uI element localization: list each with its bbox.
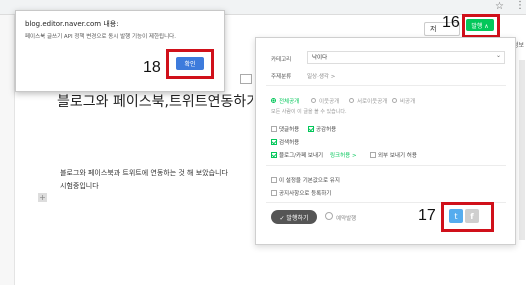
chevron-down-icon[interactable]: ⌄	[496, 52, 501, 59]
checkbox-set-default[interactable]	[271, 177, 277, 183]
checkbox-label[interactable]: 댓글허용	[279, 125, 299, 133]
save-button-label: 저	[430, 25, 437, 33]
publish-now-button[interactable]: ✓ 발행하기	[271, 210, 317, 224]
image-placeholder-icon[interactable]	[240, 74, 252, 84]
publish-button[interactable]: 발행 ∧	[466, 19, 494, 31]
post-title[interactable]: 블로그와 페이스북,트위트연동하기	[57, 91, 253, 111]
twitter-share-button[interactable]: t	[449, 209, 463, 223]
checkbox-blog-cafe-share[interactable]	[271, 152, 277, 158]
left-sidebar-strip	[0, 15, 15, 285]
checkbox-likes[interactable]	[308, 126, 314, 132]
topic-select[interactable]: 일상·생각 >	[307, 72, 335, 80]
checkbox-label[interactable]: 검색허용	[279, 138, 299, 146]
topic-label: 주제분류	[271, 74, 292, 80]
visibility-note: 모든 사람이 이 글을 볼 수 있습니다.	[271, 109, 347, 115]
radio-public[interactable]	[271, 98, 276, 103]
kebab-menu-icon[interactable]: ⋮	[515, 0, 525, 11]
divider	[266, 85, 506, 86]
facebook-share-button[interactable]: f	[465, 209, 479, 223]
scrollbar[interactable]	[519, 60, 525, 240]
checkbox-label[interactable]: 공지사항으로 등록하기	[279, 189, 331, 197]
annotation-label-17: 17	[418, 207, 436, 224]
annotation-label-18: 18	[143, 59, 161, 76]
checkbox-label[interactable]: 공감허용	[316, 125, 336, 133]
radio-neighbors[interactable]	[311, 98, 316, 103]
checkbox-comments[interactable]	[271, 126, 277, 132]
star-icon[interactable]: ☆	[495, 1, 504, 12]
checkbox-search[interactable]	[271, 139, 277, 145]
divider	[266, 165, 506, 166]
dialog-message: 페이스북 글쓰기 API 정책 변경으로 동시 발행 기능이 제한됩니다.	[25, 34, 176, 40]
checkbox-label[interactable]: 블로그/카페 보내기	[279, 151, 323, 159]
add-block-icon[interactable]: +	[38, 193, 47, 202]
radio-private[interactable]	[392, 98, 397, 103]
post-body-line[interactable]: 시험중입니다	[60, 181, 99, 191]
dialog-title: blog.editor.naver.com 내용:	[25, 20, 119, 28]
visibility-option-label[interactable]: 서로이웃공개	[357, 97, 387, 105]
visibility-option-label[interactable]: 전체공개	[279, 97, 299, 105]
visibility-option-label[interactable]: 이웃공개	[319, 97, 339, 105]
link-allow-link[interactable]: 링크허용 >	[330, 151, 357, 159]
clock-icon[interactable]	[325, 212, 333, 220]
annotation-label-16: 16	[442, 14, 460, 31]
radio-mutual-neighbors[interactable]	[349, 98, 354, 103]
category-label: 카테고리	[271, 57, 292, 63]
checkbox-label[interactable]: 외부 보내기 허용	[378, 151, 417, 159]
visibility-option-label[interactable]: 비공개	[400, 97, 415, 105]
checkbox-notice[interactable]	[271, 190, 277, 196]
confirm-button[interactable]: 확인	[176, 57, 204, 70]
checkbox-label[interactable]: 이 설정을 기본값으로 유지	[279, 176, 340, 184]
category-select[interactable]: 낙이다	[307, 51, 505, 64]
schedule-publish-label[interactable]: 예약발행	[336, 214, 356, 222]
post-body-line[interactable]: 블로그와 페이스북과 트위트에 연동하는 것 해 보았습니다	[60, 168, 228, 178]
checkbox-external-share[interactable]	[370, 152, 376, 158]
